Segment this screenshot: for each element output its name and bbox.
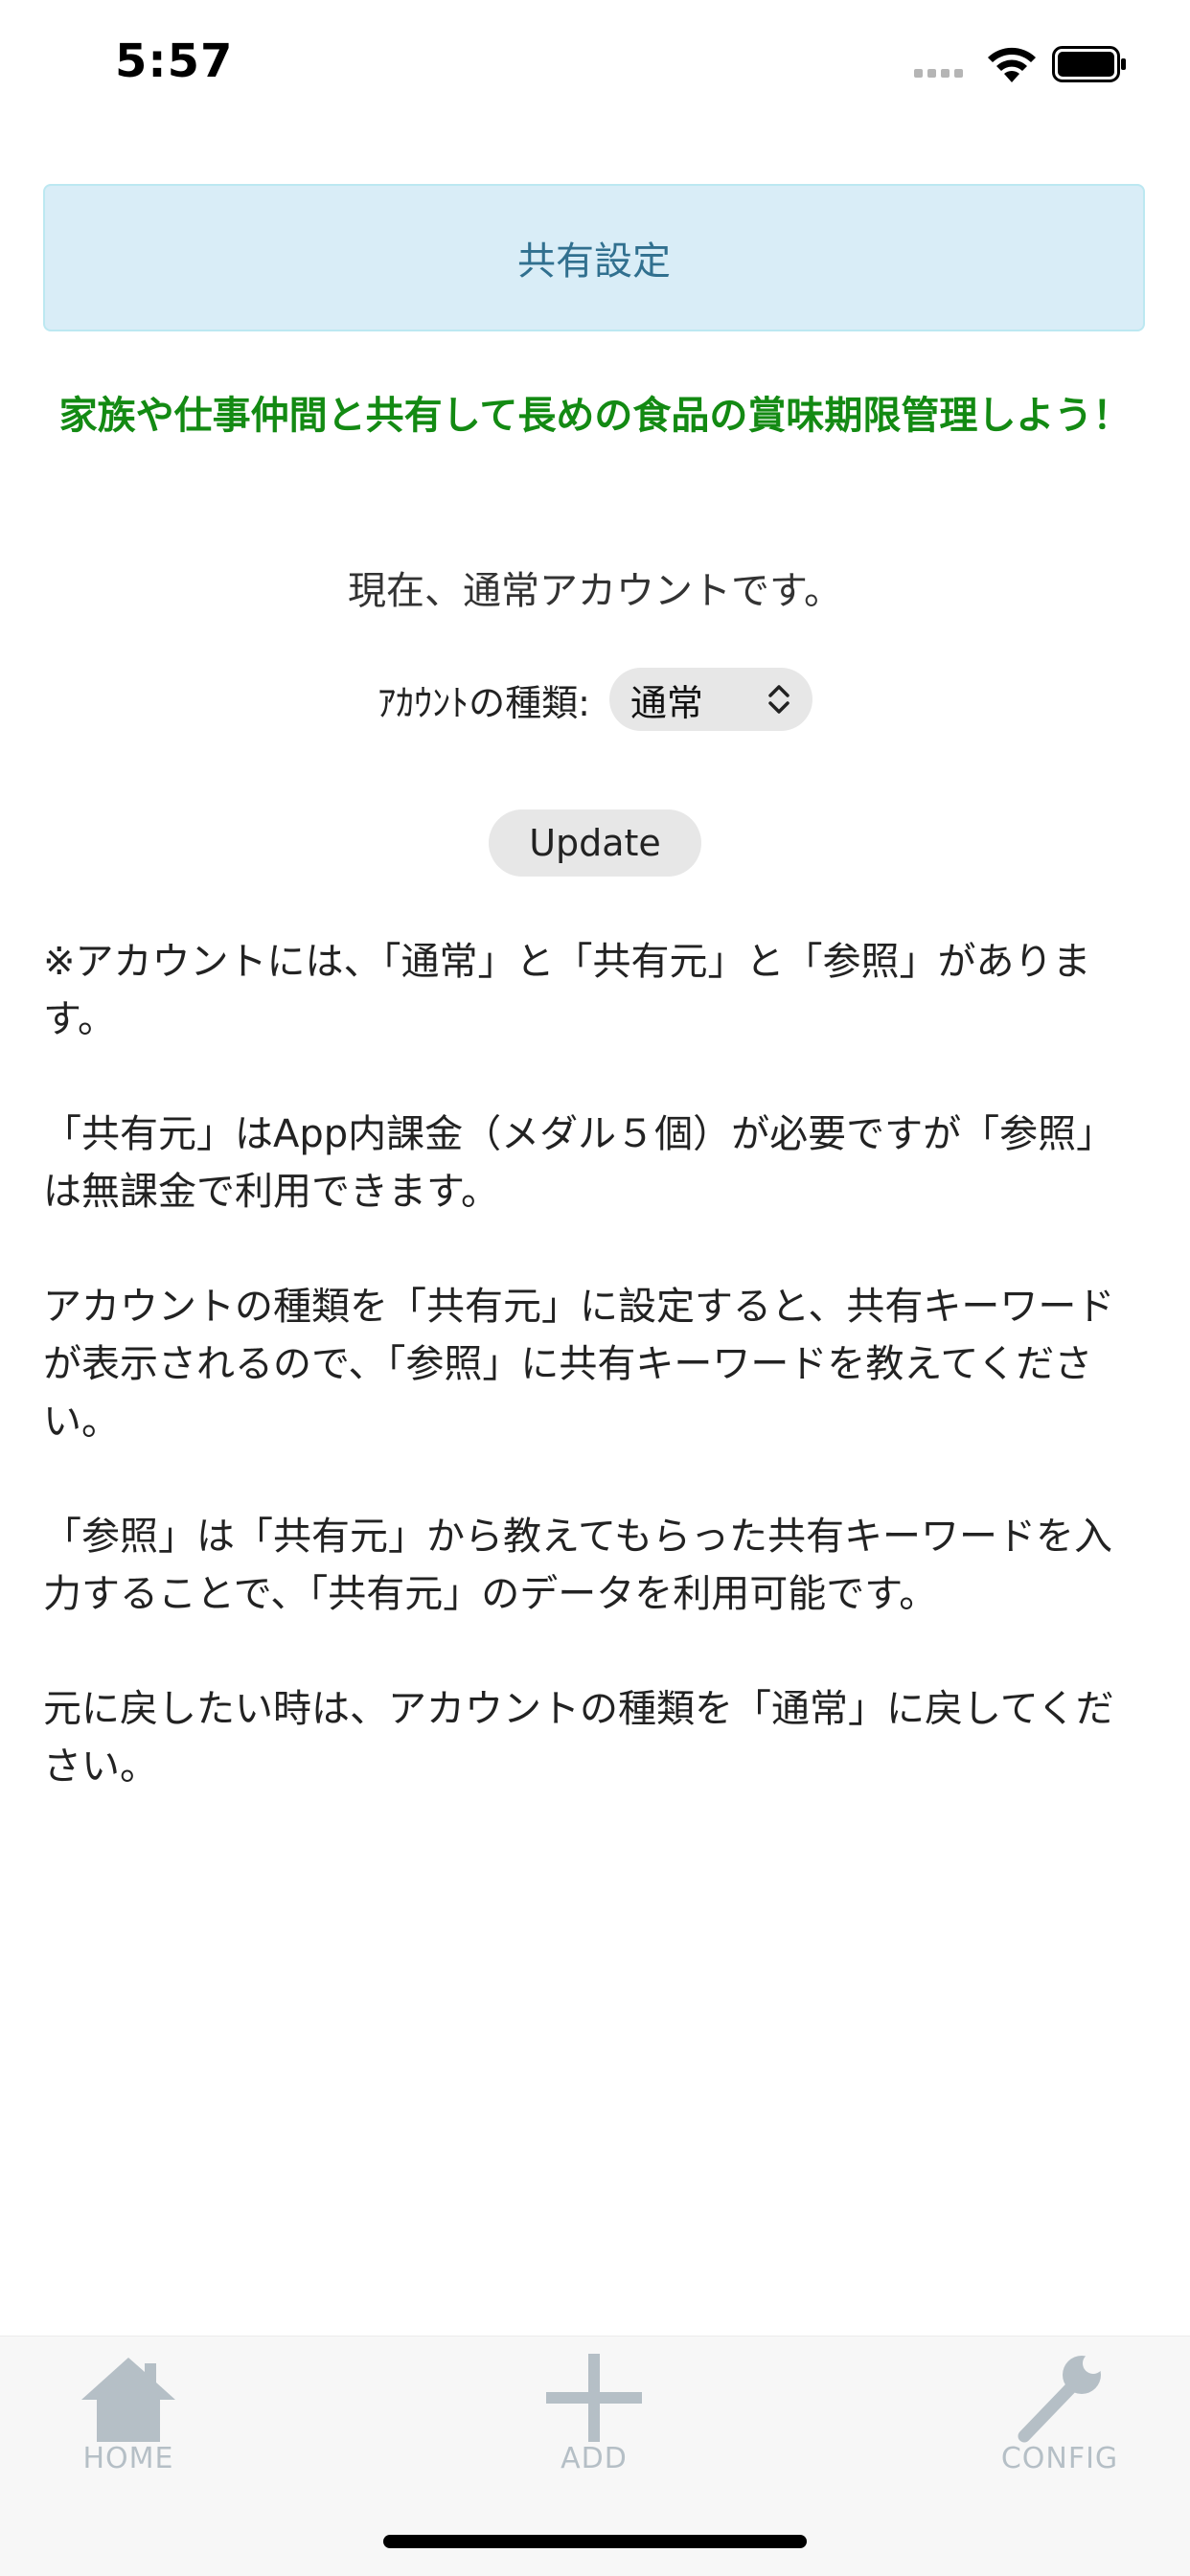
account-type-select[interactable]: 通常 xyxy=(608,668,812,731)
status-time: 5:57 xyxy=(115,34,234,88)
page-title: 共有設定 xyxy=(517,239,671,284)
account-type-label: ｱｶｳﾝﾄの種類: xyxy=(378,681,590,724)
note-paragraph: 「参照」は「共有元」から教えてもらった共有キーワードを入力することで、「共有元」… xyxy=(43,1515,1112,1616)
tab-home-label: HOME xyxy=(82,2442,174,2475)
battery-icon xyxy=(1052,46,1126,82)
header-panel: 共有設定 xyxy=(43,184,1145,331)
chevron-up-down-icon xyxy=(768,685,790,714)
signal-icon xyxy=(914,69,963,78)
note-paragraph: 「共有元」はApp内課金（メダル５個）が必要ですが「参照」は無課金で利用できます… xyxy=(43,1112,1115,1214)
note-paragraph: アカウントの種類を「共有元」に設定すると、共有キーワードが表示されるので、「参照… xyxy=(43,1285,1115,1444)
tab-add[interactable]: ADD xyxy=(498,2350,690,2503)
tab-config-label: CONFIG xyxy=(1000,2442,1119,2475)
wifi-icon xyxy=(988,47,1036,82)
notes-section: ※アカウントには、「通常」と「共有元」と「参照」があります。 「共有元」はApp… xyxy=(43,933,1145,1853)
tab-add-label: ADD xyxy=(561,2442,628,2475)
home-icon xyxy=(81,2358,175,2442)
status-bar: 5:57 xyxy=(0,0,1190,134)
promo-text: 家族や仕事仲間と共有して長めの食品の賞味期限管理しよう！ xyxy=(58,394,1132,438)
current-account-status: 現在、通常アカウントです。 xyxy=(348,569,842,613)
home-indicator[interactable] xyxy=(383,2535,807,2548)
note-paragraph: 元に戻したい時は、アカウントの種類を「通常」に戻してください。 xyxy=(43,1687,1114,1789)
wrench-icon xyxy=(1018,2353,1104,2443)
plus-icon xyxy=(546,2354,642,2442)
account-type-selected-value: 通常 xyxy=(629,681,703,724)
account-type-row: ｱｶｳﾝﾄの種類: 通常 xyxy=(0,666,1190,733)
update-button[interactable]: Update xyxy=(489,809,701,877)
tab-home[interactable]: HOME xyxy=(33,2350,224,2503)
note-paragraph: ※アカウントには、「通常」と「共有元」と「参照」があります。 xyxy=(43,940,1091,1041)
tab-config[interactable]: CONFIG xyxy=(964,2350,1156,2503)
